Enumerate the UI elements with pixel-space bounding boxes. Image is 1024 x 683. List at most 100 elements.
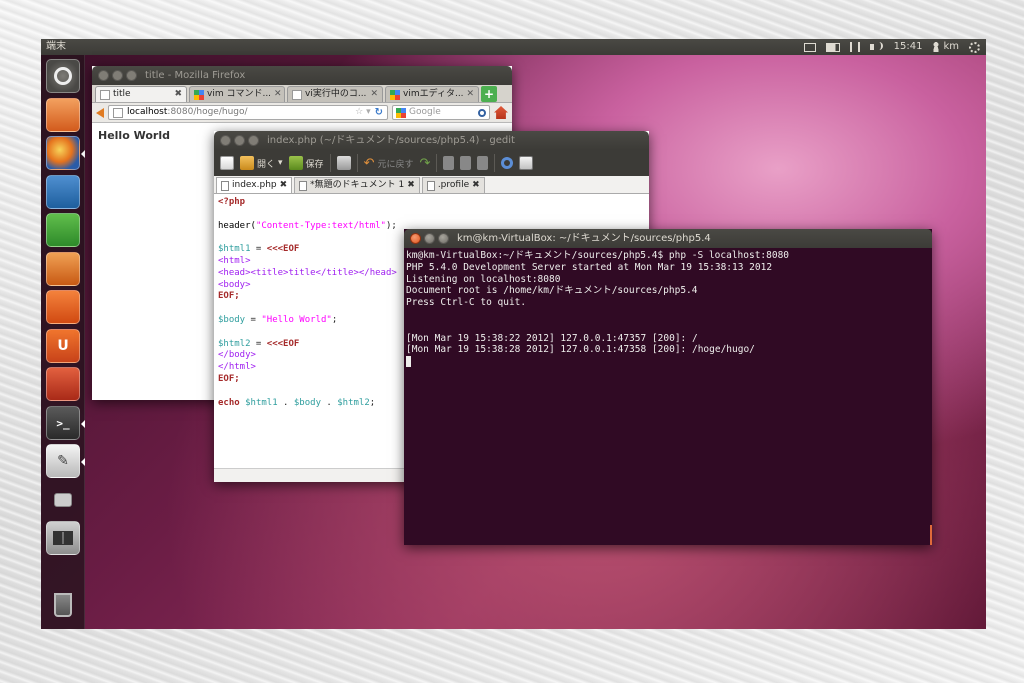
close-button[interactable] <box>220 135 231 146</box>
close-icon[interactable]: ✕ <box>370 87 378 102</box>
browser-tab[interactable]: vimエディタ... ✕ <box>385 86 479 102</box>
terminal-output[interactable]: km@km-VirtualBox:~/ドキュメント/sources/php5.4… <box>404 248 932 545</box>
scrollbar[interactable] <box>930 525 932 545</box>
screenshot-launcher[interactable] <box>46 483 80 517</box>
home-icon[interactable] <box>494 106 508 119</box>
document-tab[interactable]: index.php ✖ <box>216 177 293 193</box>
close-icon[interactable]: ✖ <box>174 87 182 102</box>
system-settings-launcher[interactable] <box>46 367 80 401</box>
save-button[interactable]: 保存 <box>288 156 324 170</box>
terminal-icon: >_ <box>56 416 70 430</box>
software-center-launcher[interactable] <box>46 290 80 324</box>
code-token: <<<EOF <box>266 338 300 349</box>
terminal-launcher[interactable]: >_ <box>46 406 85 440</box>
home-folder-launcher[interactable] <box>46 98 80 132</box>
toolbar-separator <box>329 154 331 172</box>
document-tab[interactable]: .profile ✖ <box>421 177 485 193</box>
browser-tab[interactable]: vi実行中のコ... ✕ <box>287 86 383 102</box>
code-token: <<<EOF <box>266 244 300 255</box>
code-token: ; <box>369 397 376 408</box>
user-menu[interactable]: km <box>932 39 959 55</box>
writer-launcher[interactable] <box>46 175 80 209</box>
code-token: "Hello World" <box>261 314 332 325</box>
document-icon <box>299 180 308 191</box>
terminal-line: Document root is /home/km/ドキュメント/sources… <box>406 285 698 297</box>
user-icon <box>932 42 941 52</box>
terminal-titlebar[interactable]: km@km-VirtualBox: ~/ドキュメント/sources/php5.… <box>404 229 932 248</box>
top-panel: 端末 15:41 km <box>41 39 986 55</box>
terminal-line: km@km-VirtualBox:~/ドキュメント/sources/php5.4… <box>406 250 790 261</box>
open-button[interactable]: 開く ▾ <box>240 156 283 170</box>
cut-icon[interactable] <box>443 156 455 170</box>
text-cursor <box>406 356 411 368</box>
maximize-button[interactable] <box>438 233 449 244</box>
minimize-button[interactable] <box>234 135 245 146</box>
chevron-down-icon[interactable]: ▾ <box>278 158 283 168</box>
print-icon[interactable] <box>336 156 351 170</box>
code-token: echo <box>218 397 240 408</box>
gedit-icon: ✎ <box>57 453 69 469</box>
mail-icon[interactable] <box>803 42 816 52</box>
close-icon[interactable]: ✕ <box>274 87 282 102</box>
firefox-launcher[interactable] <box>46 136 85 170</box>
save-icon <box>288 156 303 170</box>
battery-icon[interactable] <box>825 42 840 52</box>
bookmark-star-icon[interactable]: ☆ ▾ <box>355 106 370 119</box>
new-tab-button[interactable]: + <box>481 86 497 102</box>
maximize-button[interactable] <box>248 135 259 146</box>
volume-icon[interactable] <box>869 42 884 52</box>
close-icon[interactable]: ✖ <box>280 178 288 193</box>
document-tab[interactable]: *無題のドキュメント 1 ✖ <box>294 177 420 193</box>
google-icon[interactable] <box>396 107 406 118</box>
undo-button[interactable]: ↶ 元に戻す <box>364 156 414 171</box>
gedit-launcher[interactable]: ✎ <box>46 444 85 478</box>
copy-icon[interactable] <box>460 156 472 170</box>
workspace-switcher-launcher[interactable] <box>46 521 80 555</box>
session-gear-icon[interactable] <box>969 41 980 53</box>
url-bar[interactable]: localhost:8080/hoge/hugo/ ☆ ▾ ↻ <box>108 105 388 120</box>
calc-launcher[interactable] <box>46 213 80 247</box>
page-icon <box>113 107 123 118</box>
code-token: = <box>245 314 262 325</box>
network-icon[interactable] <box>849 42 860 52</box>
document-icon <box>221 180 229 191</box>
code-line: EOF; <box>218 373 240 384</box>
trash-launcher[interactable] <box>46 588 80 622</box>
close-button[interactable] <box>410 233 421 244</box>
redo-icon[interactable]: ↷ <box>419 156 430 171</box>
maximize-button[interactable] <box>126 70 137 81</box>
ubuntu-one-launcher[interactable]: U <box>46 329 80 363</box>
url-path: :8080/hoge/hugo/ <box>167 107 248 117</box>
running-indicator <box>81 420 85 428</box>
firefox-titlebar[interactable]: title - Mozilla Firefox <box>92 66 512 85</box>
search-placeholder: Google <box>409 107 441 117</box>
paste-icon[interactable] <box>477 156 489 170</box>
tab-label: vi実行中のコ... <box>305 89 367 99</box>
new-document-icon[interactable] <box>220 156 234 170</box>
browser-tab[interactable]: title ✖ <box>95 86 187 102</box>
close-icon[interactable]: ✕ <box>467 87 475 102</box>
firefox-tab-strip: title ✖ vim コマンド... ✕ vi実行中のコ... ✕ vimエディタ.… <box>92 85 512 103</box>
search-icon[interactable] <box>478 108 486 117</box>
reload-icon[interactable]: ↻ <box>375 106 383 119</box>
toolbar-separator <box>436 154 438 172</box>
minimize-button[interactable] <box>112 70 123 81</box>
gedit-titlebar[interactable]: index.php (~/ドキュメント/sources/php5.4) - ge… <box>214 131 649 150</box>
search-icon[interactable] <box>501 157 514 169</box>
save-label: 保存 <box>305 159 324 170</box>
impress-launcher[interactable] <box>46 252 80 286</box>
search-bar[interactable]: Google <box>392 105 490 120</box>
browser-tab[interactable]: vim コマンド... ✕ <box>189 86 285 102</box>
dash-home-button[interactable] <box>46 59 80 93</box>
undo-label: 元に戻す <box>377 159 414 170</box>
close-button[interactable] <box>98 70 109 81</box>
back-arrow-icon[interactable] <box>96 107 104 118</box>
replace-icon[interactable] <box>519 156 534 170</box>
code-line: </html> <box>218 362 256 373</box>
terminal-line: [Mon Mar 19 15:38:28 2012] 127.0.0.1:473… <box>406 344 755 356</box>
terminal-window: km@km-VirtualBox: ~/ドキュメント/sources/php5.… <box>404 229 932 545</box>
minimize-button[interactable] <box>424 233 435 244</box>
close-icon[interactable]: ✖ <box>407 178 415 193</box>
clock[interactable]: 15:41 <box>894 39 923 55</box>
close-icon[interactable]: ✖ <box>472 178 480 193</box>
